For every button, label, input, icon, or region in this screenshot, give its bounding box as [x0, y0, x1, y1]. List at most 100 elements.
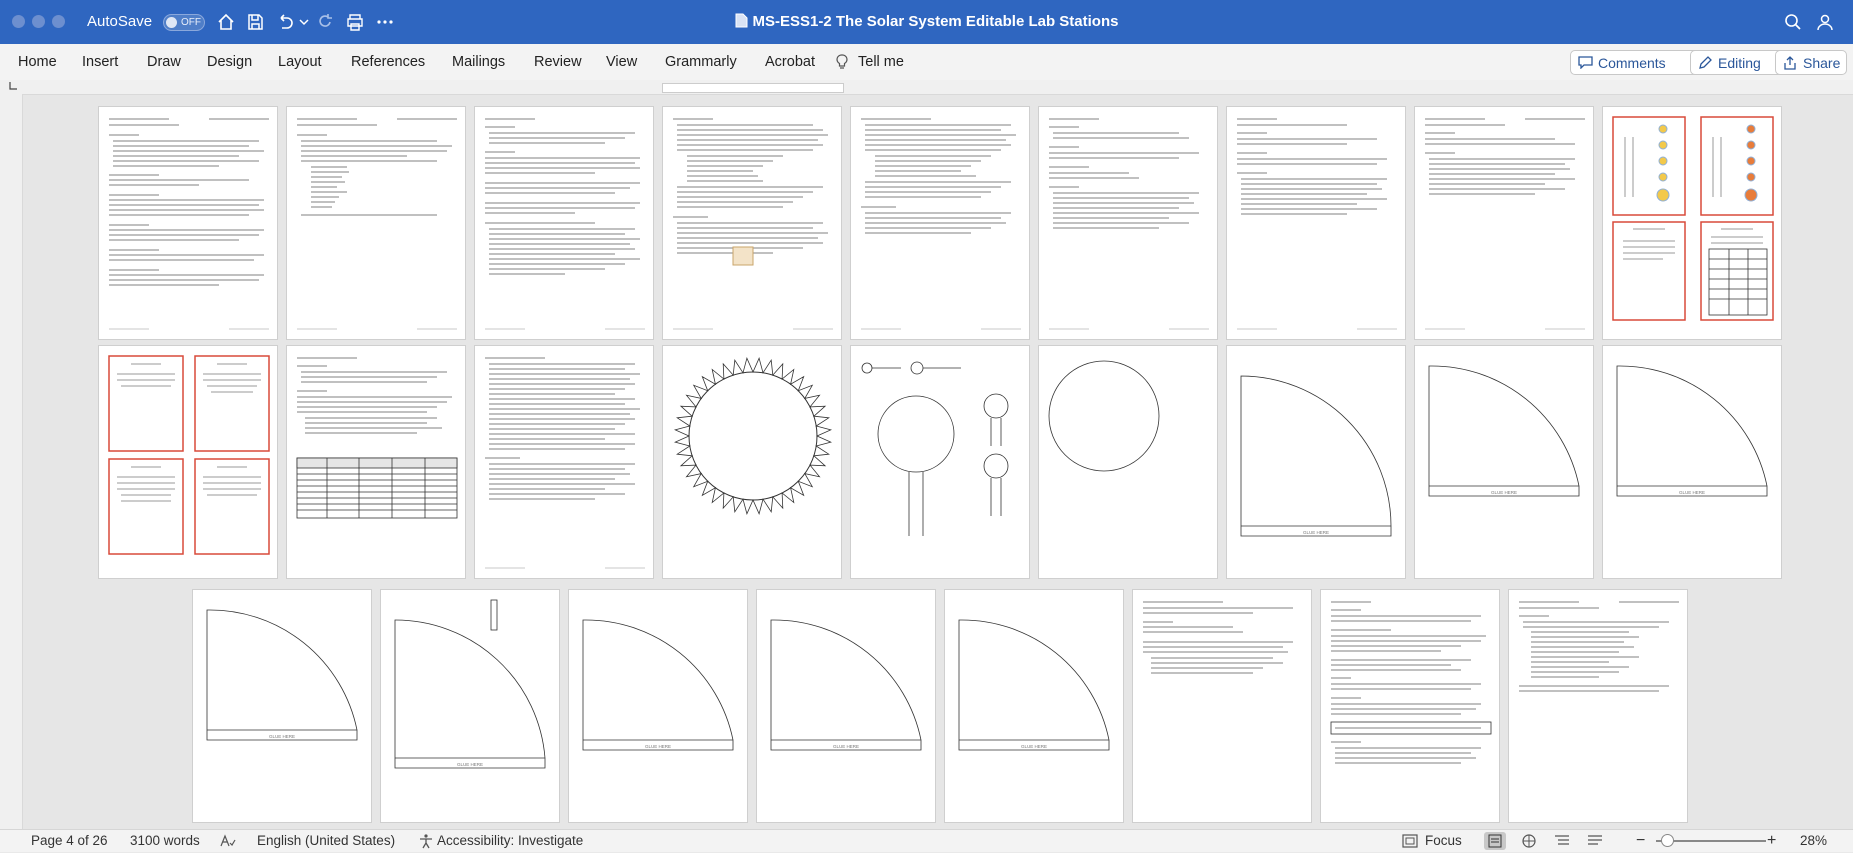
page-thumbnail[interactable] — [1226, 106, 1406, 340]
comments-button[interactable]: Comments — [1570, 50, 1703, 75]
page-thumbnail[interactable] — [662, 106, 842, 340]
close-window-button[interactable] — [12, 15, 25, 28]
page-thumbnail[interactable]: GLUE HERE — [756, 589, 936, 823]
lightbulb-icon — [836, 54, 848, 69]
save-icon[interactable] — [245, 12, 265, 32]
accessibility-status[interactable]: Accessibility: Investigate — [437, 830, 583, 852]
page-thumbnail[interactable] — [1320, 589, 1500, 823]
tab-references[interactable]: References — [351, 44, 425, 80]
proofing-icon[interactable] — [220, 834, 236, 848]
page-thumbnail[interactable] — [1414, 106, 1594, 340]
tab-grammarly[interactable]: Grammarly — [665, 44, 737, 80]
web-layout-icon[interactable] — [1520, 833, 1538, 849]
glue-here-label: GLUE HERE — [269, 734, 295, 739]
text-lines-graphic — [485, 118, 645, 330]
text-lines-graphic — [1425, 118, 1585, 330]
page-thumbnail[interactable] — [98, 106, 278, 340]
account-icon[interactable] — [1815, 12, 1835, 32]
ruler-text-area — [662, 83, 844, 93]
glue-here-label: GLUE HERE — [1303, 530, 1329, 535]
page-thumbnail[interactable] — [474, 106, 654, 340]
tab-insert[interactable]: Insert — [82, 44, 118, 80]
tell-me-search[interactable]: Tell me — [858, 44, 904, 80]
zoom-in-button[interactable]: + — [1767, 830, 1776, 852]
page-thumbnail[interactable]: GLUE HERE — [1414, 345, 1594, 579]
print-layout-view-button[interactable] — [1484, 832, 1506, 850]
outline-view-icon[interactable] — [1553, 834, 1571, 848]
page-thumbnail[interactable] — [1038, 345, 1218, 579]
page-thumbnail[interactable] — [286, 345, 466, 579]
autosave-toggle[interactable]: OFF — [163, 14, 205, 31]
comment-icon — [1578, 56, 1593, 69]
word-count[interactable]: 3100 words — [130, 830, 200, 852]
redo-icon[interactable] — [315, 12, 335, 32]
planet-templates-graphic — [861, 361, 1009, 536]
undo-icon[interactable] — [275, 12, 295, 32]
zoom-out-button[interactable]: − — [1636, 830, 1645, 852]
title-bar: AutoSave OFF MS-ESS1-2 The Solar System … — [0, 0, 1853, 44]
search-icon[interactable] — [1783, 12, 1803, 32]
pencil-icon — [1699, 56, 1712, 69]
tab-stop-icon[interactable] — [8, 81, 18, 91]
quarter-circle-template-graphic: GLUE HERE — [1240, 375, 1392, 537]
page-thumbnail[interactable] — [662, 345, 842, 579]
page-thumbnail[interactable]: GLUE HERE — [568, 589, 748, 823]
horizontal-ruler[interactable] — [0, 80, 1853, 95]
zoom-slider-thumb[interactable] — [1661, 834, 1674, 847]
page-thumbnail[interactable] — [850, 345, 1030, 579]
page-thumbnail[interactable] — [98, 345, 278, 579]
tab-review[interactable]: Review — [534, 44, 582, 80]
glue-here-label: GLUE HERE — [457, 762, 483, 767]
text-lines-graphic — [1330, 601, 1492, 764]
text-table-graphic — [296, 357, 458, 519]
page-thumbnail[interactable]: GLUE HERE — [1602, 345, 1782, 579]
zoom-level[interactable]: 28% — [1800, 830, 1827, 852]
page-thumbnail[interactable]: GLUE HERE — [1226, 345, 1406, 579]
zoom-window-button[interactable] — [52, 15, 65, 28]
document-canvas[interactable]: GLUE HERE GLUE HERE GLUE HERE GLUE HERE … — [23, 95, 1853, 829]
page-thumbnail[interactable] — [286, 106, 466, 340]
quarter-circle-template-graphic: GLUE HERE — [394, 599, 546, 769]
page-thumbnail[interactable] — [1038, 106, 1218, 340]
text-lines-graphic — [297, 118, 457, 330]
print-layout-icon — [1488, 834, 1502, 848]
focus-icon — [1402, 834, 1418, 848]
editing-mode-button[interactable]: Editing — [1690, 50, 1788, 75]
page-thumbnail[interactable] — [1602, 106, 1782, 340]
page-thumbnail[interactable]: GLUE HERE — [380, 589, 560, 823]
text-lines-graphic — [485, 357, 645, 569]
page-count[interactable]: Page 4 of 26 — [31, 830, 108, 852]
tab-design[interactable]: Design — [207, 44, 252, 80]
share-button[interactable]: Share — [1775, 50, 1847, 75]
text-lines-graphic — [109, 118, 269, 330]
planet-cards-graphic — [1612, 116, 1774, 321]
vertical-scrollbar[interactable] — [1841, 100, 1848, 800]
glue-here-label: GLUE HERE — [1021, 744, 1047, 749]
chevron-down-icon[interactable] — [298, 12, 310, 32]
quarter-circle-template-graphic: GLUE HERE — [958, 619, 1110, 751]
tab-view[interactable]: View — [606, 44, 637, 80]
tab-draw[interactable]: Draw — [147, 44, 181, 80]
page-thumbnail[interactable] — [1508, 589, 1688, 823]
more-icon[interactable] — [375, 12, 395, 32]
vertical-ruler[interactable] — [0, 94, 23, 829]
draft-view-icon[interactable] — [1586, 834, 1604, 848]
autosave-state: OFF — [181, 17, 201, 28]
page-thumbnail[interactable]: GLUE HERE — [944, 589, 1124, 823]
tab-mailings[interactable]: Mailings — [452, 44, 505, 80]
tab-acrobat[interactable]: Acrobat — [765, 44, 815, 80]
tab-home[interactable]: Home — [18, 44, 57, 80]
text-lines-graphic — [1143, 601, 1293, 674]
page-thumbnail[interactable] — [850, 106, 1030, 340]
status-bar: Page 4 of 26 3100 words English (United … — [0, 829, 1853, 852]
page-thumbnail[interactable] — [474, 345, 654, 579]
home-icon[interactable] — [216, 12, 236, 32]
tab-layout[interactable]: Layout — [278, 44, 322, 80]
page-thumbnail[interactable] — [1132, 589, 1312, 823]
print-icon[interactable] — [345, 12, 365, 32]
quarter-circle-template-graphic: GLUE HERE — [582, 619, 734, 751]
minimize-window-button[interactable] — [32, 15, 45, 28]
language-indicator[interactable]: English (United States) — [257, 830, 395, 852]
page-thumbnail[interactable]: GLUE HERE — [192, 589, 372, 823]
focus-button[interactable]: Focus — [1425, 830, 1462, 852]
